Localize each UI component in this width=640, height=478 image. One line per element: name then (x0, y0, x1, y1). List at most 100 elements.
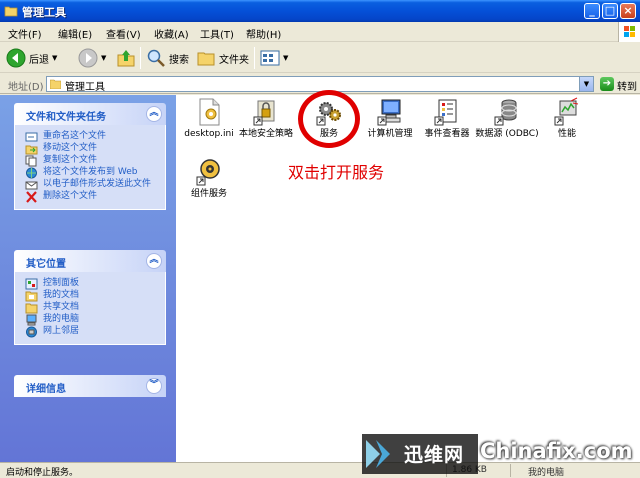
title-bar[interactable]: 管理工具 _ □ × (0, 0, 640, 22)
task-label: 重命名这个文件 (43, 131, 107, 141)
file-label: 组件服务 (190, 189, 227, 199)
window-title: 管理工具 (22, 6, 66, 19)
rename-icon (25, 132, 38, 142)
place-shared-documents[interactable]: 共享文档 (25, 302, 157, 314)
file-item-event-viewer[interactable]: 事件查看器 (414, 97, 480, 139)
go-button[interactable]: 转到 (617, 78, 637, 93)
folder-icon (50, 79, 61, 89)
delete-icon (26, 191, 37, 203)
chevron-down-icon[interactable]: ▼ (101, 54, 106, 62)
collapse-icon[interactable]: ︽ (146, 253, 162, 269)
control-panel-icon (25, 278, 38, 290)
file-label: desktop.ini (184, 129, 234, 139)
task-pane: 文件和文件夹任务 ︽ 重命名这个文件 移动这个文件 复制这个文件 将这个文件发布… (0, 95, 176, 462)
address-label: 地址(D) (8, 82, 44, 93)
copy-icon (25, 155, 37, 167)
forward-button[interactable]: ▼ (78, 46, 106, 70)
task-move[interactable]: 移动这个文件 (25, 143, 157, 155)
views-button[interactable]: ▼ (260, 46, 288, 70)
file-tasks-header[interactable]: 文件和文件夹任务 ︽ (14, 103, 166, 125)
watermark-url: Chinafix.com (480, 439, 633, 463)
component-services-icon (196, 159, 220, 186)
watermark-brand: 迅维网 (404, 444, 465, 466)
menu-tools[interactable]: 工具(T) (200, 26, 234, 41)
expand-icon[interactable]: ︾ (146, 378, 162, 394)
place-my-computer[interactable]: 我的电脑 (25, 314, 157, 326)
search-icon (147, 49, 165, 67)
task-label: 将这个文件发布到 Web (43, 167, 138, 177)
chevron-down-icon[interactable]: ▼ (52, 54, 57, 62)
toolbar: 后退 ▼ ▼ 搜索 文件夹 ▼ (0, 43, 640, 73)
place-label: 我的电脑 (43, 314, 80, 324)
menu-bar: 文件(F) 编辑(E) 查看(V) 收藏(A) 工具(T) 帮助(H) (0, 22, 640, 42)
file-item-performance[interactable]: 性能 (534, 97, 600, 139)
back-button[interactable]: 后退 ▼ (6, 46, 57, 70)
local-security-policy-icon (253, 100, 275, 126)
brand-logo-icon (366, 440, 390, 468)
ini-file-icon (199, 98, 220, 126)
back-arrow-icon (6, 48, 26, 68)
folder-icon (4, 6, 18, 17)
folders-button[interactable]: 文件夹 (196, 46, 249, 70)
file-tasks-panel: 文件和文件夹任务 ︽ 重命名这个文件 移动这个文件 复制这个文件 将这个文件发布… (14, 103, 166, 210)
maximize-button[interactable]: □ (602, 3, 618, 19)
status-text: 启动和停止服务。 (6, 468, 79, 478)
task-publish-web[interactable]: 将这个文件发布到 Web (25, 167, 157, 179)
network-places-icon (26, 326, 37, 338)
file-tasks-body: 重命名这个文件 移动这个文件 复制这个文件 将这个文件发布到 Web 以电子邮件… (14, 125, 166, 210)
address-dropdown-icon[interactable]: ▼ (579, 77, 593, 91)
menu-help[interactable]: 帮助(H) (246, 26, 281, 41)
details-header[interactable]: 详细信息 ︾ (14, 375, 166, 397)
watermark-logo: 迅维网 (362, 434, 478, 474)
back-label: 后退 (29, 54, 49, 66)
menu-edit[interactable]: 编辑(E) (58, 26, 92, 41)
search-button[interactable]: 搜索 (146, 46, 189, 70)
task-email[interactable]: 以电子邮件形式发送此文件 (25, 179, 157, 190)
toolbar-separator (254, 47, 255, 69)
computer-management-icon (377, 99, 401, 126)
performance-icon (554, 97, 579, 126)
annotation-text: 双击打开服务 (288, 163, 385, 182)
file-list: desktop.ini 本地安全策略 服务 计算机管理 事件查看器 数据源 (O… (176, 90, 640, 462)
up-button[interactable] (116, 46, 136, 70)
menu-view[interactable]: 查看(V) (106, 26, 141, 41)
panel-title: 详细信息 (26, 384, 66, 395)
watermark: 迅维网 Chinafix.com (362, 434, 640, 478)
publish-web-icon (26, 167, 37, 179)
address-input[interactable]: 管理工具 ▼ (46, 76, 594, 93)
go-arrow-icon[interactable]: ➔ (600, 77, 614, 91)
explorer-window: 管理工具 _ □ × 文件(F) 编辑(E) 查看(V) 收藏(A) 工具(T)… (0, 0, 640, 478)
task-copy[interactable]: 复制这个文件 (25, 155, 157, 167)
forward-arrow-icon (78, 48, 98, 68)
annotation-circle (298, 90, 360, 148)
menu-file[interactable]: 文件(F) (8, 26, 42, 41)
odbc-icon (494, 99, 517, 126)
folders-icon (197, 52, 215, 66)
other-places-body: 控制面板 我的文档 共享文档 我的电脑 网上邻居 (14, 272, 166, 345)
place-label: 共享文档 (43, 302, 80, 312)
move-icon (25, 145, 38, 155)
address-value: 管理工具 (65, 82, 105, 93)
file-label: 性能 (557, 129, 576, 139)
file-item-local-security-policy[interactable]: 本地安全策略 (233, 97, 299, 139)
file-item-component-services[interactable]: 组件服务 (176, 157, 242, 199)
folders-label: 文件夹 (219, 54, 249, 66)
menu-favorites[interactable]: 收藏(A) (154, 26, 189, 41)
place-my-documents[interactable]: 我的文档 (25, 290, 157, 302)
file-item-odbc[interactable]: 数据源 (ODBC) (474, 97, 540, 139)
other-places-panel: 其它位置 ︽ 控制面板 我的文档 共享文档 我的电脑 网上邻居 (14, 250, 166, 345)
task-rename[interactable]: 重命名这个文件 (25, 131, 157, 142)
place-network[interactable]: 网上邻居 (25, 326, 157, 338)
panel-title: 文件和文件夹任务 (26, 112, 106, 123)
minimize-button[interactable]: _ (584, 3, 600, 19)
task-label: 复制这个文件 (43, 155, 98, 165)
other-places-header[interactable]: 其它位置 ︽ (14, 250, 166, 272)
chevron-down-icon[interactable]: ▼ (283, 54, 288, 62)
toolbar-separator (140, 47, 141, 69)
details-panel: 详细信息 ︾ (14, 375, 166, 397)
place-control-panel[interactable]: 控制面板 (25, 278, 157, 290)
panel-title: 其它位置 (26, 259, 66, 270)
task-delete[interactable]: 删除这个文件 (25, 191, 157, 203)
close-button[interactable]: × (620, 3, 636, 19)
collapse-icon[interactable]: ︽ (146, 106, 162, 122)
